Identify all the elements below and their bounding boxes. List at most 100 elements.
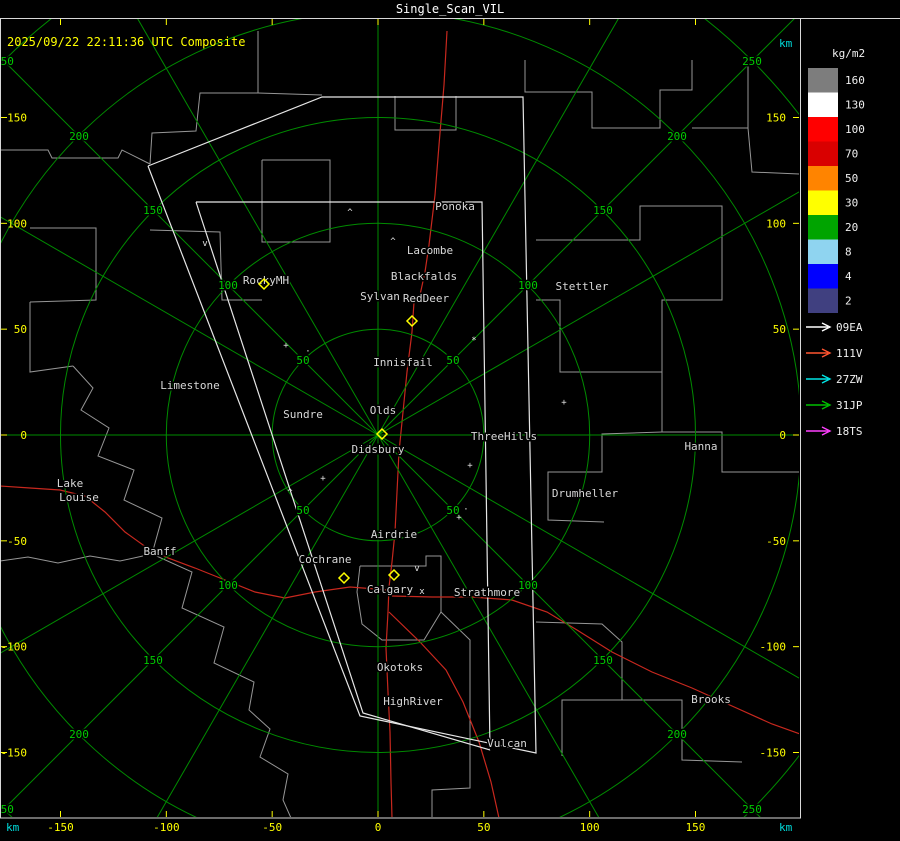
range-label: 100 [518, 279, 538, 292]
range-label: 50 [296, 504, 309, 517]
city-label: Stettler [556, 280, 609, 293]
legend-color-swatch [808, 166, 838, 191]
y-axis-label: -50 [7, 535, 27, 548]
city-label: Calgary [367, 583, 414, 596]
range-label: 200 [69, 728, 89, 741]
range-label: 200 [667, 130, 687, 143]
y-axis-label: -150 [1, 747, 28, 760]
city-label: Brooks [691, 693, 731, 706]
city-label: Ponoka [435, 200, 475, 213]
town-marker: + [283, 341, 289, 351]
legend-value: 50 [845, 172, 858, 185]
y-axis-label: 0 [779, 429, 786, 442]
legend-color-swatch [808, 215, 838, 240]
y-axis-label: 150 [7, 111, 27, 124]
city-label: Hanna [684, 440, 717, 453]
range-label: 50 [446, 354, 459, 367]
window-title: Single_Scan_VIL [396, 2, 504, 16]
legend-color-swatch [808, 92, 838, 117]
range-label: 250 [0, 55, 14, 68]
range-label: 150 [593, 654, 613, 667]
range-label: 250 [0, 803, 14, 816]
radar-app-window: Single_Scan_VIL 50 50 50 50 100 100 100 100 150 1… [0, 0, 900, 841]
legend-color-swatch [808, 190, 838, 215]
range-label: 250 [742, 803, 762, 816]
y-axis-label: -100 [760, 641, 787, 654]
y-axis-label: 50 [773, 323, 786, 336]
city-label: Sundre [283, 408, 323, 421]
radar-id: 18TS [836, 425, 863, 438]
legend-value: 4 [845, 270, 852, 283]
x-axis-label: 50 [477, 821, 490, 834]
legend-color-swatch [808, 239, 838, 264]
range-label: 150 [143, 654, 163, 667]
y-axis-label: 100 [7, 217, 27, 230]
town-marker: + [320, 474, 326, 484]
x-axis-label: 100 [580, 821, 600, 834]
city-label: Vulcan [487, 737, 527, 750]
town-marker: · [463, 505, 468, 515]
legend-value: 30 [845, 197, 858, 210]
x-axis-label: -50 [262, 821, 282, 834]
city-label: Strathmore [454, 586, 520, 599]
range-label: 200 [667, 728, 687, 741]
legend-value: 130 [845, 99, 865, 112]
legend-value: 20 [845, 221, 858, 234]
town-marker: + [456, 513, 462, 523]
city-label: Airdrie [371, 528, 417, 541]
town-marker: ^ [287, 488, 293, 498]
y-axis-label: -50 [766, 535, 786, 548]
city-label: Drumheller [552, 487, 619, 500]
city-label: Olds [370, 404, 397, 417]
x-axis-label: 150 [686, 821, 706, 834]
legend-color-swatch [808, 264, 838, 289]
legend-color-swatch [808, 68, 838, 93]
legend-color-swatch [808, 117, 838, 142]
range-label: 150 [593, 204, 613, 217]
legend-value: 2 [845, 295, 852, 308]
town-marker: + [467, 461, 473, 471]
radar-scene: Single_Scan_VIL 50 50 50 50 100 100 100 100 150 1… [0, 0, 900, 841]
city-label: Blackfalds [391, 270, 457, 283]
town-marker: x [419, 587, 425, 597]
radar-id: 27ZW [836, 373, 863, 386]
legend-value: 8 [845, 246, 852, 259]
town-marker: v [414, 564, 419, 574]
legend-value: 70 [845, 148, 858, 161]
city-label: Didsbury [352, 443, 405, 456]
range-label: 100 [218, 579, 238, 592]
timestamp: 2025/09/22 22:11:36 UTC Composite [7, 35, 245, 49]
radar-id: 31JP [836, 399, 863, 412]
city-label: Lake [57, 477, 84, 490]
city-label: Innisfail [373, 356, 433, 369]
city-label: HighRiver [383, 695, 443, 708]
axis-unit-bottom-right: km [779, 821, 793, 834]
range-label: 100 [218, 279, 238, 292]
city-label: Okotoks [377, 661, 423, 674]
axis-unit-bottom-left: km [6, 821, 20, 834]
city-label: Lacombe [407, 244, 453, 257]
town-marker: ^ [347, 208, 353, 218]
x-axis-label: -150 [47, 821, 74, 834]
city-label: Banff [143, 545, 176, 558]
city-label: Limestone [160, 379, 220, 392]
radar-id: 111V [836, 347, 863, 360]
range-label: 100 [518, 579, 538, 592]
y-axis-label: -100 [1, 641, 28, 654]
city-label: Sylvan [360, 290, 400, 303]
axis-unit-top: km [779, 37, 793, 50]
legend-value: 160 [845, 74, 865, 87]
city-label: ThreeHills [471, 430, 537, 443]
range-label: 150 [143, 204, 163, 217]
x-axis-label: 0 [375, 821, 382, 834]
town-marker: ^ [390, 237, 396, 247]
legend-value: 100 [845, 123, 865, 136]
city-label: Cochrane [299, 553, 352, 566]
legend-color-swatch [808, 288, 838, 313]
range-label: 200 [69, 130, 89, 143]
town-marker: * [471, 336, 476, 346]
y-axis-label: 0 [20, 429, 27, 442]
y-axis-label: 100 [766, 217, 786, 230]
city-label: Louise [59, 491, 99, 504]
town-marker: v [202, 239, 207, 249]
